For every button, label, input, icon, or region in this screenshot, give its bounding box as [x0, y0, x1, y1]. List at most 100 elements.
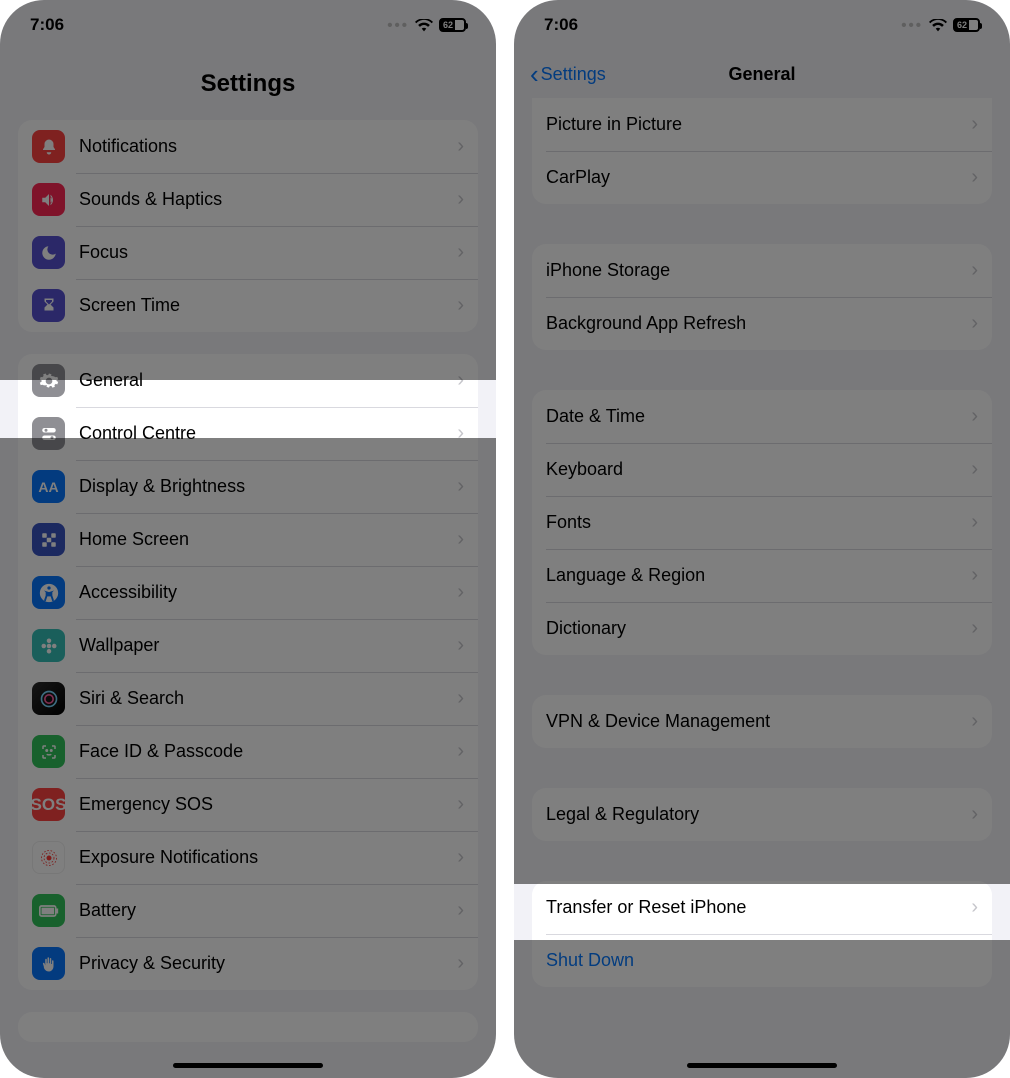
row-exposure-notifications[interactable]: Exposure Notifications › — [18, 831, 478, 884]
settings-group-notifications: Notifications › Sounds & Haptics › Focus… — [18, 120, 478, 332]
flower-icon — [32, 629, 65, 662]
row-label: VPN & Device Management — [546, 711, 971, 732]
row-carplay[interactable]: CarPlay › — [532, 151, 992, 204]
row-dictionary[interactable]: Dictionary › — [532, 602, 992, 655]
chevron-right-icon: › — [457, 241, 464, 264]
home-indicator[interactable] — [173, 1063, 323, 1068]
chevron-right-icon: › — [457, 581, 464, 604]
row-general[interactable]: General › — [18, 354, 478, 407]
row-legal-regulatory[interactable]: Legal & Regulatory › — [532, 788, 992, 841]
row-label: Language & Region — [546, 565, 971, 586]
row-background-app-refresh[interactable]: Background App Refresh › — [532, 297, 992, 350]
row-label: Background App Refresh — [546, 313, 971, 334]
row-label: Siri & Search — [79, 688, 457, 709]
chevron-right-icon: › — [971, 113, 978, 136]
row-display-brightness[interactable]: AA Display & Brightness › — [18, 460, 478, 513]
gear-icon — [32, 364, 65, 397]
exposure-icon — [32, 841, 65, 874]
status-icons: ••• 62 — [387, 17, 466, 34]
row-label: Face ID & Passcode — [79, 741, 457, 762]
row-language-region[interactable]: Language & Region › — [532, 549, 992, 602]
row-home-screen[interactable]: Home Screen › — [18, 513, 478, 566]
chevron-right-icon: › — [457, 369, 464, 392]
page-title: Settings — [0, 50, 496, 108]
row-focus[interactable]: Focus › — [18, 226, 478, 279]
row-label: Notifications — [79, 136, 457, 157]
row-control-centre[interactable]: Control Centre › — [18, 407, 478, 460]
status-icons: ••• 62 — [901, 17, 980, 34]
row-date-time[interactable]: Date & Time › — [532, 390, 992, 443]
general-group-locale: Date & Time › Keyboard › Fonts › Languag… — [532, 390, 992, 655]
chevron-right-icon: › — [457, 188, 464, 211]
siri-icon — [32, 682, 65, 715]
general-group-vpn: VPN & Device Management › — [532, 695, 992, 748]
chevron-right-icon: › — [457, 740, 464, 763]
battery-row-icon — [32, 894, 65, 927]
chevron-right-icon: › — [971, 166, 978, 189]
row-vpn-device-management[interactable]: VPN & Device Management › — [532, 695, 992, 748]
nav-bar: ‹ Settings General — [514, 50, 1010, 98]
row-label: Wallpaper — [79, 635, 457, 656]
chevron-right-icon: › — [971, 312, 978, 335]
row-battery[interactable]: Battery › — [18, 884, 478, 937]
row-label: Keyboard — [546, 459, 971, 480]
general-group-pip: Picture in Picture › CarPlay › — [532, 98, 992, 204]
status-bar: 7:06 ••• 62 — [0, 0, 496, 50]
row-label: Accessibility — [79, 582, 457, 603]
battery-icon: 62 — [439, 18, 466, 32]
accessibility-icon — [32, 576, 65, 609]
row-screen-time[interactable]: Screen Time › — [18, 279, 478, 332]
chevron-right-icon: › — [971, 896, 978, 919]
row-transfer-reset-iphone[interactable]: Transfer or Reset iPhone › — [532, 881, 992, 934]
chevron-right-icon: › — [971, 803, 978, 826]
settings-screen: 7:06 ••• 62 Settings Notifications › Sou… — [0, 0, 496, 1078]
row-shut-down[interactable]: Shut Down — [532, 934, 992, 987]
bell-icon — [32, 130, 65, 163]
speaker-icon — [32, 183, 65, 216]
battery-icon: 62 — [953, 18, 980, 32]
row-wallpaper[interactable]: Wallpaper › — [18, 619, 478, 672]
home-indicator[interactable] — [687, 1063, 837, 1068]
row-label: Shut Down — [546, 950, 978, 971]
row-label: Emergency SOS — [79, 794, 457, 815]
general-group-storage: iPhone Storage › Background App Refresh … — [532, 244, 992, 350]
toggles-icon — [32, 417, 65, 450]
sos-icon: SOS — [32, 788, 65, 821]
row-notifications[interactable]: Notifications › — [18, 120, 478, 173]
row-sounds[interactable]: Sounds & Haptics › — [18, 173, 478, 226]
row-fonts[interactable]: Fonts › — [532, 496, 992, 549]
chevron-right-icon: › — [457, 793, 464, 816]
row-privacy-security[interactable]: Privacy & Security › — [18, 937, 478, 990]
row-picture-in-picture[interactable]: Picture in Picture › — [532, 98, 992, 151]
general-group-legal: Legal & Regulatory › — [532, 788, 992, 841]
moon-icon — [32, 236, 65, 269]
row-label: Fonts — [546, 512, 971, 533]
row-siri-search[interactable]: Siri & Search › — [18, 672, 478, 725]
row-accessibility[interactable]: Accessibility › — [18, 566, 478, 619]
settings-content: Notifications › Sounds & Haptics › Focus… — [0, 108, 496, 1078]
settings-group-next — [18, 1012, 478, 1042]
row-face-id[interactable]: Face ID & Passcode › — [18, 725, 478, 778]
chevron-right-icon: › — [971, 259, 978, 282]
face-id-icon — [32, 735, 65, 768]
chevron-right-icon: › — [457, 475, 464, 498]
row-label: Display & Brightness — [79, 476, 457, 497]
row-label: General — [79, 370, 457, 391]
row-emergency-sos[interactable]: SOS Emergency SOS › — [18, 778, 478, 831]
row-label: Picture in Picture — [546, 114, 971, 135]
wifi-icon — [929, 19, 947, 32]
back-button[interactable]: ‹ Settings — [530, 61, 606, 87]
chevron-right-icon: › — [457, 135, 464, 158]
chevron-left-icon: ‹ — [530, 61, 539, 87]
row-keyboard[interactable]: Keyboard › — [532, 443, 992, 496]
row-label: CarPlay — [546, 167, 971, 188]
pagination-dots-icon: ••• — [901, 17, 923, 34]
row-label: Dictionary — [546, 618, 971, 639]
general-group-reset: Transfer or Reset iPhone › Shut Down — [532, 881, 992, 987]
chevron-right-icon: › — [971, 564, 978, 587]
row-label: Battery — [79, 900, 457, 921]
row-iphone-storage[interactable]: iPhone Storage › — [532, 244, 992, 297]
row-label: Transfer or Reset iPhone — [546, 897, 971, 918]
hand-icon — [32, 947, 65, 980]
chevron-right-icon: › — [457, 528, 464, 551]
